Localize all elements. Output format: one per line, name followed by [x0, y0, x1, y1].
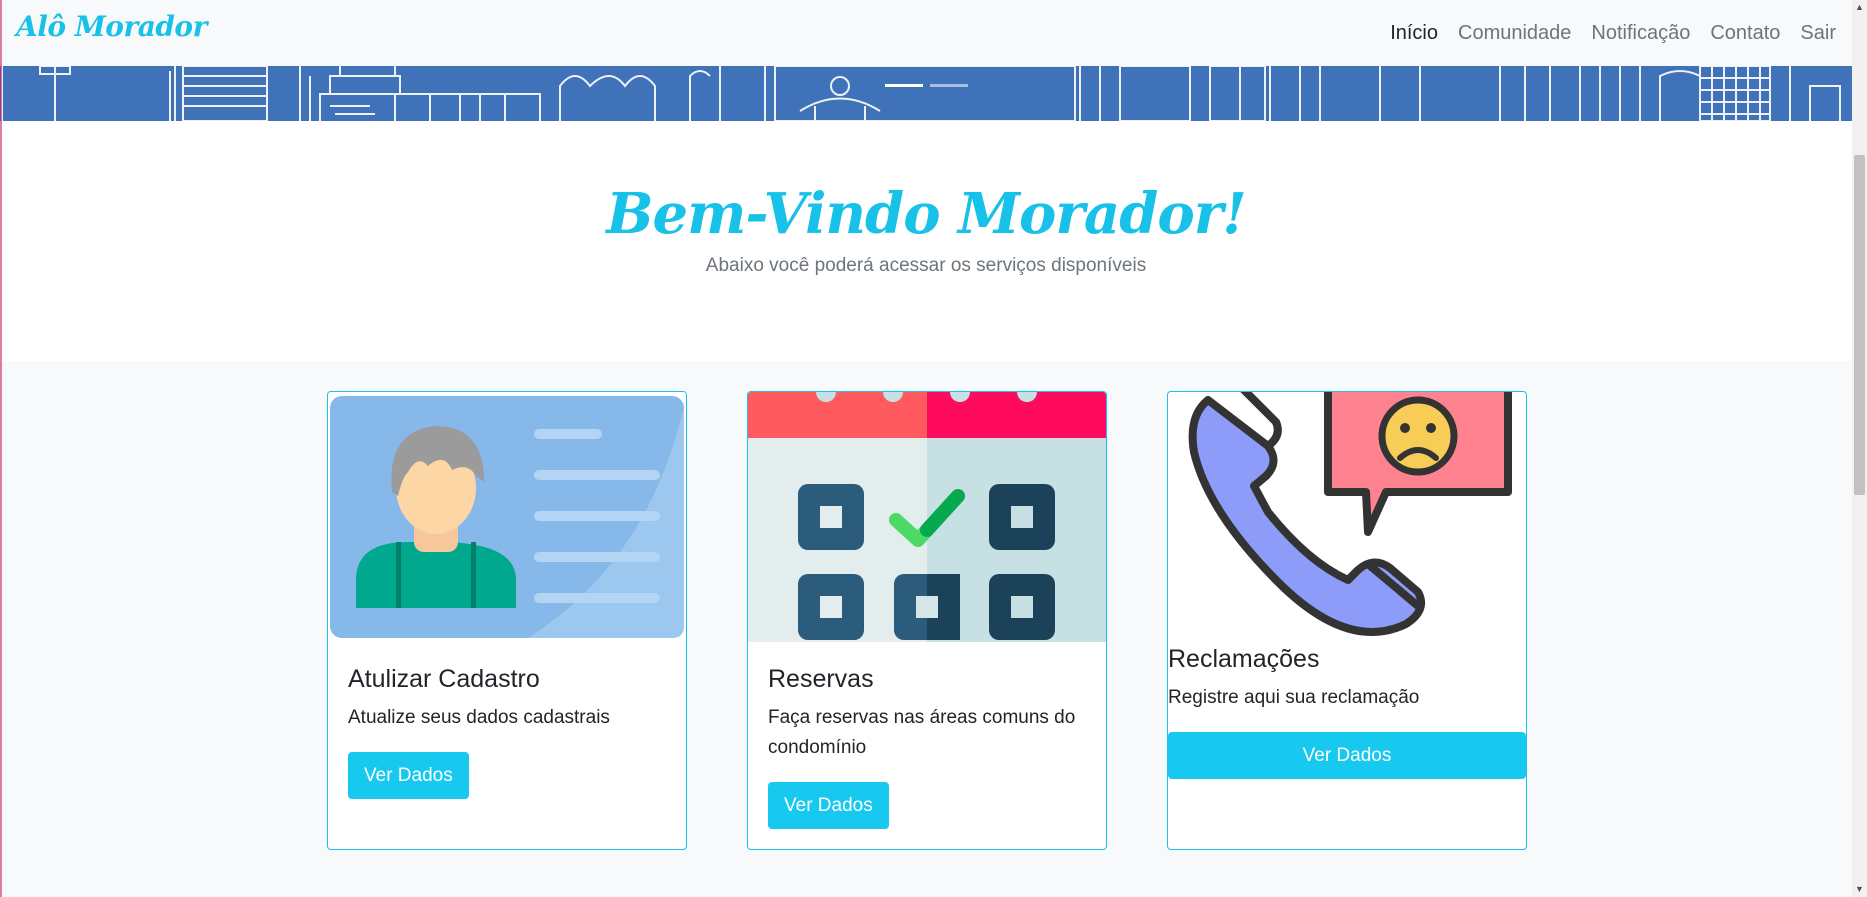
ver-dados-button[interactable]: Ver Dados — [348, 752, 469, 799]
nav-item-comunidade[interactable]: Comunidade — [1458, 22, 1571, 45]
id-card-icon — [328, 392, 686, 642]
card-title: Reservas — [768, 665, 874, 693]
scroll-down-icon[interactable]: ▼ — [1852, 882, 1867, 897]
ver-dados-button[interactable]: Ver Dados — [1168, 732, 1526, 779]
city-skyline-illustration — [0, 66, 1852, 121]
nav-item-notificacao[interactable]: Notificação — [1591, 22, 1690, 45]
page-scrollbar[interactable]: ▲ ▼ — [1852, 0, 1867, 897]
welcome-section: Bem-Vindo Morador! Abaixo você poderá ac… — [0, 121, 1852, 361]
window-edge — [0, 0, 2, 897]
page-title: Bem-Vindo Morador! — [606, 181, 1247, 247]
hero-carousel — [0, 66, 1852, 121]
service-card-reclamacoes: Reclamações Registre aqui sua reclamação… — [1167, 391, 1527, 850]
scroll-up-icon[interactable]: ▲ — [1852, 0, 1867, 15]
nav-item-inicio[interactable]: Início — [1390, 22, 1438, 45]
phone-complaint-icon — [1168, 392, 1526, 642]
brand-logo[interactable]: Alô Morador — [16, 10, 207, 43]
card-text: Registre aqui sua reclamação — [1168, 687, 1420, 708]
services-section: Atulizar Cadastro Atualize seus dados ca… — [0, 361, 1852, 897]
card-title: Atulizar Cadastro — [348, 665, 540, 693]
card-text: Atualize seus dados cadastrais — [348, 707, 610, 728]
nav-menu: Início Comunidade Notificação Contato Sa… — [1390, 0, 1836, 66]
navbar: Alô Morador Início Comunidade Notificaçã… — [0, 0, 1852, 66]
card-title: Reclamações — [1168, 645, 1320, 673]
nav-item-contato[interactable]: Contato — [1710, 22, 1780, 45]
card-text: Faça reservas nas áreas comuns do condom… — [768, 707, 1076, 758]
ver-dados-button[interactable]: Ver Dados — [768, 782, 889, 829]
scroll-thumb[interactable] — [1854, 155, 1865, 495]
service-card-cadastro: Atulizar Cadastro Atualize seus dados ca… — [327, 391, 687, 850]
carousel-indicator-2 — [930, 84, 968, 87]
nav-item-sair[interactable]: Sair — [1800, 22, 1836, 45]
carousel-indicator-1 — [885, 84, 923, 87]
calendar-check-icon — [748, 392, 1106, 642]
page-subtitle: Abaixo você poderá acessar os serviços d… — [705, 255, 1147, 276]
service-card-reservas: Reservas Faça reservas nas áreas comuns … — [747, 391, 1107, 850]
